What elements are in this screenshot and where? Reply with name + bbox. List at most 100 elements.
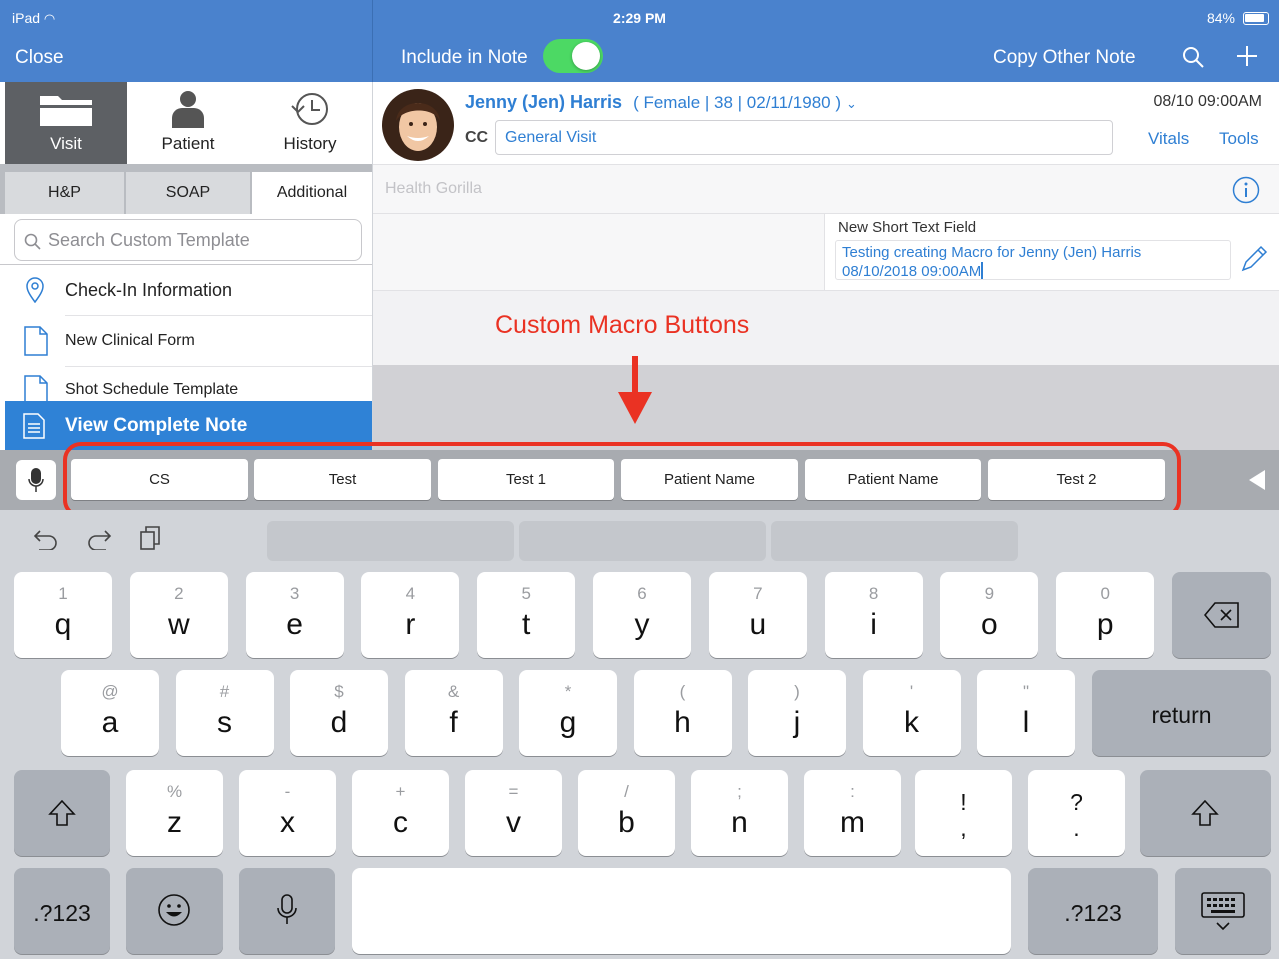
annotation-label: Custom Macro Buttons	[495, 311, 750, 339]
key-r[interactable]: 4r	[361, 572, 460, 658]
key-u[interactable]: 7u	[708, 572, 807, 658]
key-question-period[interactable]: ? .	[1028, 770, 1125, 856]
key-p[interactable]: 0p	[1056, 572, 1155, 658]
search-icon	[24, 233, 41, 250]
key-s[interactable]: # s	[175, 670, 274, 756]
key-f[interactable]: & f	[404, 670, 503, 756]
key-v[interactable]: = v	[465, 770, 562, 856]
search-custom-template-input[interactable]: Search Custom Template	[14, 219, 362, 261]
pencil-icon[interactable]	[1239, 244, 1269, 274]
tab-history[interactable]: History	[249, 82, 371, 164]
chevron-down-icon: ⌄	[846, 96, 857, 111]
key-i[interactable]: 8i	[824, 572, 923, 658]
tools-link[interactable]: Tools	[1219, 129, 1259, 149]
macro-bar: CS Test Test 1 Patient Name Patient Name…	[0, 442, 1279, 518]
patient-name: Jenny (Jen) Harris	[465, 92, 623, 112]
key-z[interactable]: % z	[126, 770, 223, 856]
emoji-key[interactable]	[126, 868, 223, 954]
text-cursor	[981, 262, 984, 279]
key-j[interactable]: ) j	[748, 670, 846, 756]
suggestion-slot[interactable]	[519, 521, 766, 561]
suggestion-slot[interactable]	[267, 521, 514, 561]
visit-datetime: 08/10 09:00AM	[1153, 93, 1262, 110]
include-in-note-toggle[interactable]	[543, 39, 603, 73]
key-k[interactable]: ' k	[862, 670, 961, 756]
key-x[interactable]: -x	[239, 770, 336, 856]
tab-visit[interactable]: Visit	[5, 82, 127, 164]
note-icon	[23, 413, 45, 439]
key-g[interactable]: * g	[519, 670, 617, 756]
emoji-icon	[158, 894, 190, 926]
annotation-highlight-box	[63, 442, 1181, 518]
shift-icon	[1191, 800, 1219, 826]
backspace-key[interactable]	[1172, 572, 1271, 658]
search-icon[interactable]	[1181, 45, 1205, 69]
left-panel: Visit Patient History H&P SOAP Additiona…	[0, 82, 372, 450]
document-icon	[24, 326, 48, 356]
undo-icon[interactable]	[33, 528, 59, 550]
key-n[interactable]: ; n	[691, 770, 788, 856]
redo-icon[interactable]	[86, 528, 112, 550]
return-key[interactable]: return	[1092, 670, 1271, 756]
key-b[interactable]: / b	[578, 770, 675, 856]
segment-hp[interactable]: H&P	[5, 172, 124, 214]
document-icon	[24, 375, 48, 401]
segment-additional[interactable]: Additional	[252, 172, 372, 214]
microphone-icon	[277, 894, 297, 924]
key-l[interactable]: " l	[977, 670, 1075, 756]
include-in-note-label: Include in Note	[401, 47, 528, 68]
history-icon	[291, 93, 328, 125]
close-button[interactable]: Close	[15, 47, 64, 69]
short-text-input[interactable]: Testing creating Macro for Jenny (Jen) H…	[835, 240, 1231, 280]
key-w[interactable]: 2w	[129, 572, 228, 658]
key-h[interactable]: (h	[633, 670, 732, 756]
suggestion-slot[interactable]	[771, 521, 1018, 561]
key-m[interactable]: :m	[804, 770, 901, 856]
key-a[interactable]: @ a	[61, 670, 159, 756]
key-q[interactable]: 1q	[14, 572, 112, 658]
paste-icon[interactable]	[140, 526, 162, 550]
list-item-new-clinical-form[interactable]: New Clinical Form	[0, 316, 372, 367]
key-d[interactable]: $ d	[290, 670, 388, 756]
segment-soap[interactable]: SOAP	[126, 172, 250, 214]
hide-keyboard-key[interactable]	[1175, 868, 1271, 954]
numbers-key-right[interactable]: .?123	[1028, 868, 1158, 954]
vitals-link[interactable]: Vitals	[1148, 129, 1189, 149]
key-y[interactable]: 6y	[593, 572, 691, 658]
patient-details: ( Female | 38 | 02/11/1980 )	[633, 93, 841, 112]
dictation-button[interactable]	[16, 460, 56, 500]
key-c[interactable]: + c	[352, 770, 449, 856]
annotation-arrow-icon	[618, 356, 652, 424]
space-bar[interactable]	[352, 868, 1011, 954]
key-exclamation-comma[interactable]: ! ,	[915, 770, 1012, 856]
key-e[interactable]: 3e	[245, 572, 344, 658]
patient-header[interactable]: Jenny (Jen) Harris ( Female | 38 | 02/11…	[465, 92, 857, 113]
numbers-key-left[interactable]: .?123	[14, 868, 110, 954]
nav-bar: Close Include in Note Copy Other Note	[0, 36, 1279, 82]
status-bar: iPad ◠ 2:29 PM 84%	[0, 0, 1279, 36]
cc-label: CC	[465, 129, 489, 146]
keyboard: 1q2w3e4r5t6y7u8i9o0p @ a # s $ d & f * g(h) j ' k " l …	[0, 510, 1279, 959]
status-time: 2:29 PM	[613, 10, 666, 26]
note-footer	[373, 365, 1279, 450]
cc-input[interactable]: General Visit	[495, 120, 1113, 155]
person-icon	[172, 91, 204, 128]
key-t[interactable]: 5t	[477, 572, 576, 658]
nav-divider	[372, 0, 373, 82]
tab-patient[interactable]: Patient	[127, 82, 249, 164]
add-icon[interactable]	[1235, 44, 1259, 68]
info-icon[interactable]	[1232, 176, 1260, 204]
empty-field-cell	[373, 214, 825, 290]
section-header: Health Gorilla	[373, 164, 1279, 214]
battery-percent: 84%	[1206, 10, 1235, 26]
copy-other-note-button[interactable]: Copy Other Note	[993, 47, 1136, 69]
dictation-key[interactable]	[239, 868, 335, 954]
field-label: New Short Text Field	[838, 219, 977, 236]
microphone-icon	[28, 468, 44, 492]
shift-key-right[interactable]	[1140, 770, 1271, 856]
key-o[interactable]: 9o	[940, 572, 1039, 658]
collapse-left-icon[interactable]	[1248, 469, 1266, 491]
backspace-icon	[1204, 602, 1239, 628]
list-item-shot-schedule[interactable]: Shot Schedule Template	[0, 367, 372, 401]
list-item-check-in[interactable]: Check-In Information	[0, 265, 372, 316]
